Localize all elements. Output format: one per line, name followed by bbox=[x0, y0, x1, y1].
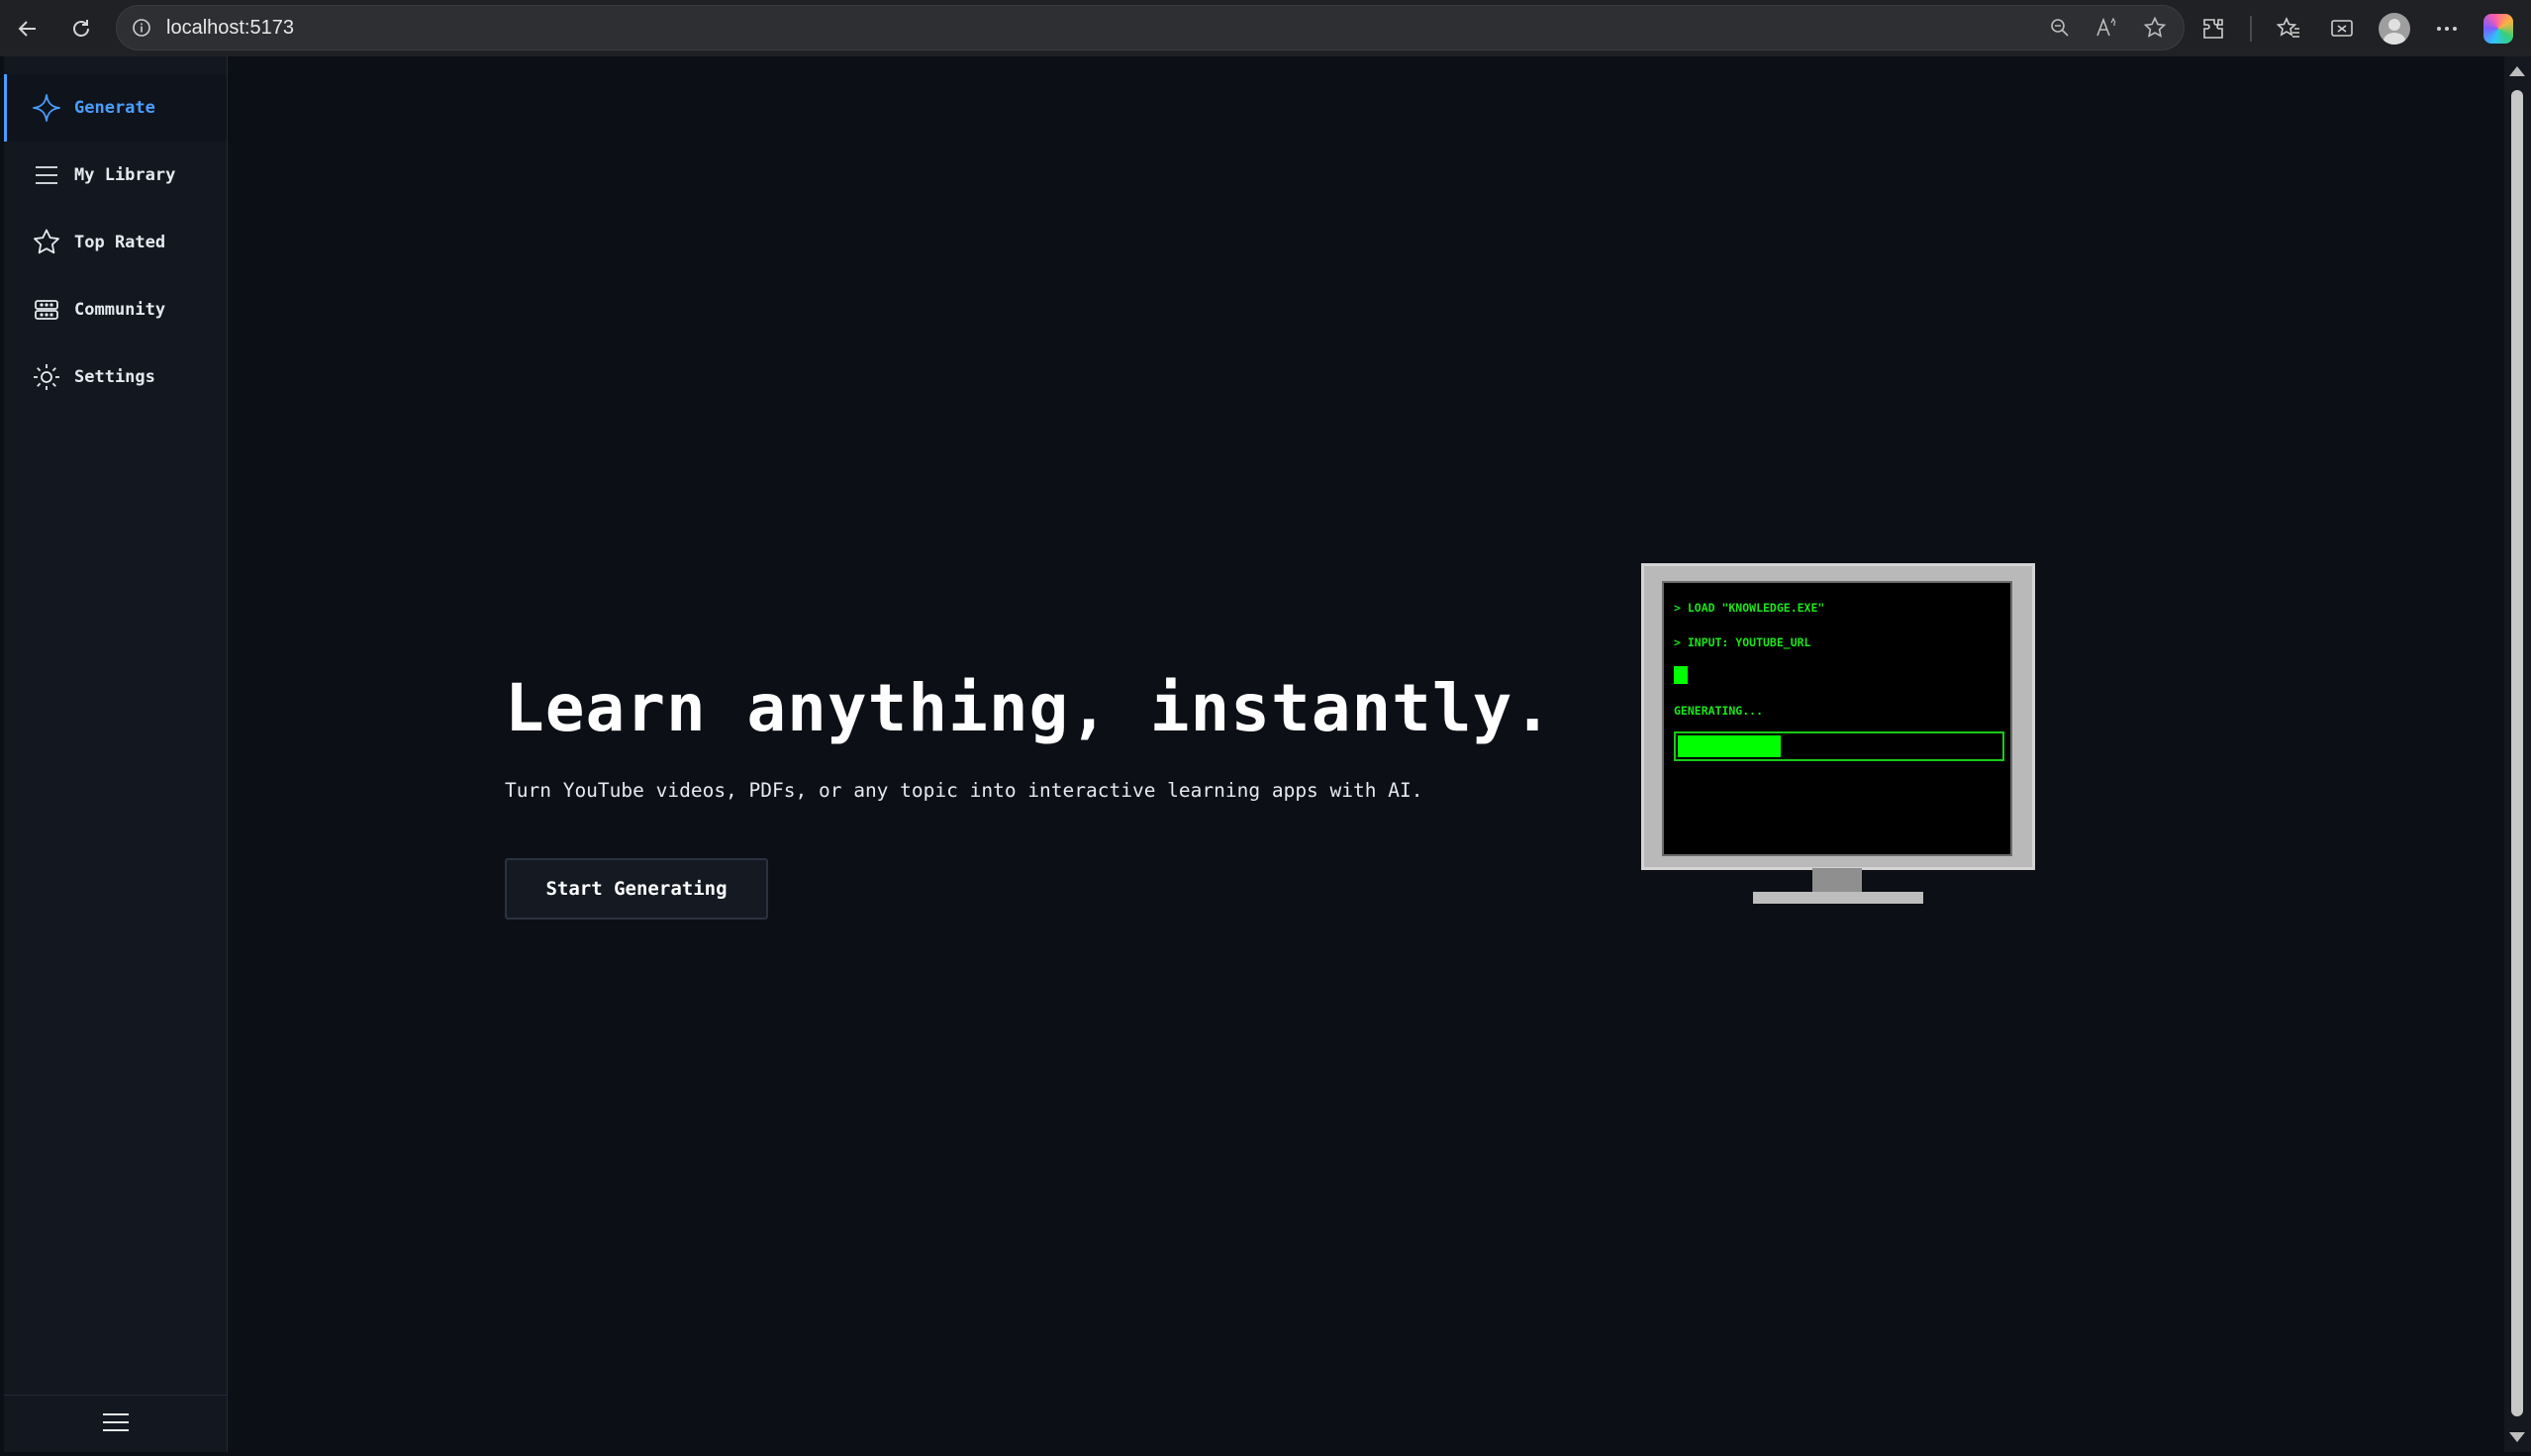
start-generating-button[interactable]: Start Generating bbox=[505, 858, 768, 920]
sun-icon bbox=[31, 361, 62, 393]
monitor-stand bbox=[1753, 892, 1923, 904]
main-content: Learn anything, instantly. Turn YouTube … bbox=[228, 56, 2504, 1452]
favorite-star-icon[interactable] bbox=[2140, 13, 2170, 43]
hero-title: Learn anything, instantly. bbox=[505, 670, 1554, 746]
screenshot-icon[interactable] bbox=[2325, 12, 2359, 46]
sparkle-icon bbox=[31, 92, 62, 124]
terminal-screen: > LOAD "KNOWLEDGE.EXE" > INPUT: YOUTUBE_… bbox=[1662, 581, 2012, 856]
browser-toolbar: localhost:5173 bbox=[0, 0, 2531, 56]
sidebar-item-label: My Library bbox=[74, 165, 176, 185]
retro-monitor-illustration: > LOAD "KNOWLEDGE.EXE" > INPUT: YOUTUBE_… bbox=[1641, 563, 2035, 870]
toolbar-divider bbox=[2250, 15, 2252, 42]
sidebar-item-my-library[interactable]: My Library bbox=[4, 142, 227, 209]
sidebar-item-label: Generate bbox=[74, 98, 155, 118]
sidebar-item-label: Settings bbox=[74, 367, 155, 387]
address-bar[interactable]: localhost:5173 bbox=[116, 5, 2185, 50]
community-icon bbox=[31, 294, 62, 326]
menu-icon bbox=[101, 1410, 131, 1438]
terminal-progress-fill bbox=[1678, 735, 1781, 757]
terminal-line-input: > INPUT: YOUTUBE_URL bbox=[1674, 635, 1811, 649]
sidebar-item-label: Top Rated bbox=[74, 233, 166, 252]
favorites-icon[interactable] bbox=[2272, 12, 2305, 46]
sidebar-item-top-rated[interactable]: Top Rated bbox=[4, 209, 227, 276]
read-aloud-icon[interactable] bbox=[2093, 13, 2122, 43]
back-icon[interactable] bbox=[8, 9, 48, 49]
sidebar-item-generate[interactable]: Generate bbox=[4, 74, 227, 142]
sidebar: Generate My Library Top Rated Community … bbox=[4, 56, 228, 1452]
terminal-progress-bar bbox=[1674, 731, 2004, 761]
reload-icon[interactable] bbox=[61, 9, 101, 49]
page-scrollbar[interactable] bbox=[2504, 56, 2531, 1452]
terminal-line-load: > LOAD "KNOWLEDGE.EXE" bbox=[1674, 601, 1825, 615]
info-icon[interactable] bbox=[131, 17, 152, 39]
list-icon bbox=[31, 159, 62, 191]
profile-avatar[interactable] bbox=[2379, 12, 2410, 45]
hero-subtitle: Turn YouTube videos, PDFs, or any topic … bbox=[505, 779, 1423, 802]
monitor-neck bbox=[1812, 868, 1862, 892]
sidebar-item-label: Community bbox=[74, 300, 166, 320]
sidebar-collapse-button[interactable] bbox=[4, 1395, 227, 1452]
scroll-up-arrow-icon[interactable] bbox=[2509, 66, 2525, 76]
more-options-icon[interactable] bbox=[2430, 12, 2464, 46]
scroll-thumb[interactable] bbox=[2511, 90, 2523, 1416]
terminal-cursor bbox=[1674, 666, 1688, 684]
copilot-icon[interactable] bbox=[2483, 13, 2513, 44]
url-text[interactable]: localhost:5173 bbox=[166, 17, 294, 40]
terminal-line-generating: GENERATING... bbox=[1674, 704, 1764, 718]
zoom-icon[interactable] bbox=[2045, 13, 2075, 43]
scroll-down-arrow-icon[interactable] bbox=[2509, 1432, 2525, 1442]
sidebar-item-settings[interactable]: Settings bbox=[4, 343, 227, 411]
star-icon bbox=[31, 227, 62, 258]
sidebar-item-community[interactable]: Community bbox=[4, 276, 227, 343]
extensions-icon[interactable] bbox=[2196, 12, 2230, 46]
